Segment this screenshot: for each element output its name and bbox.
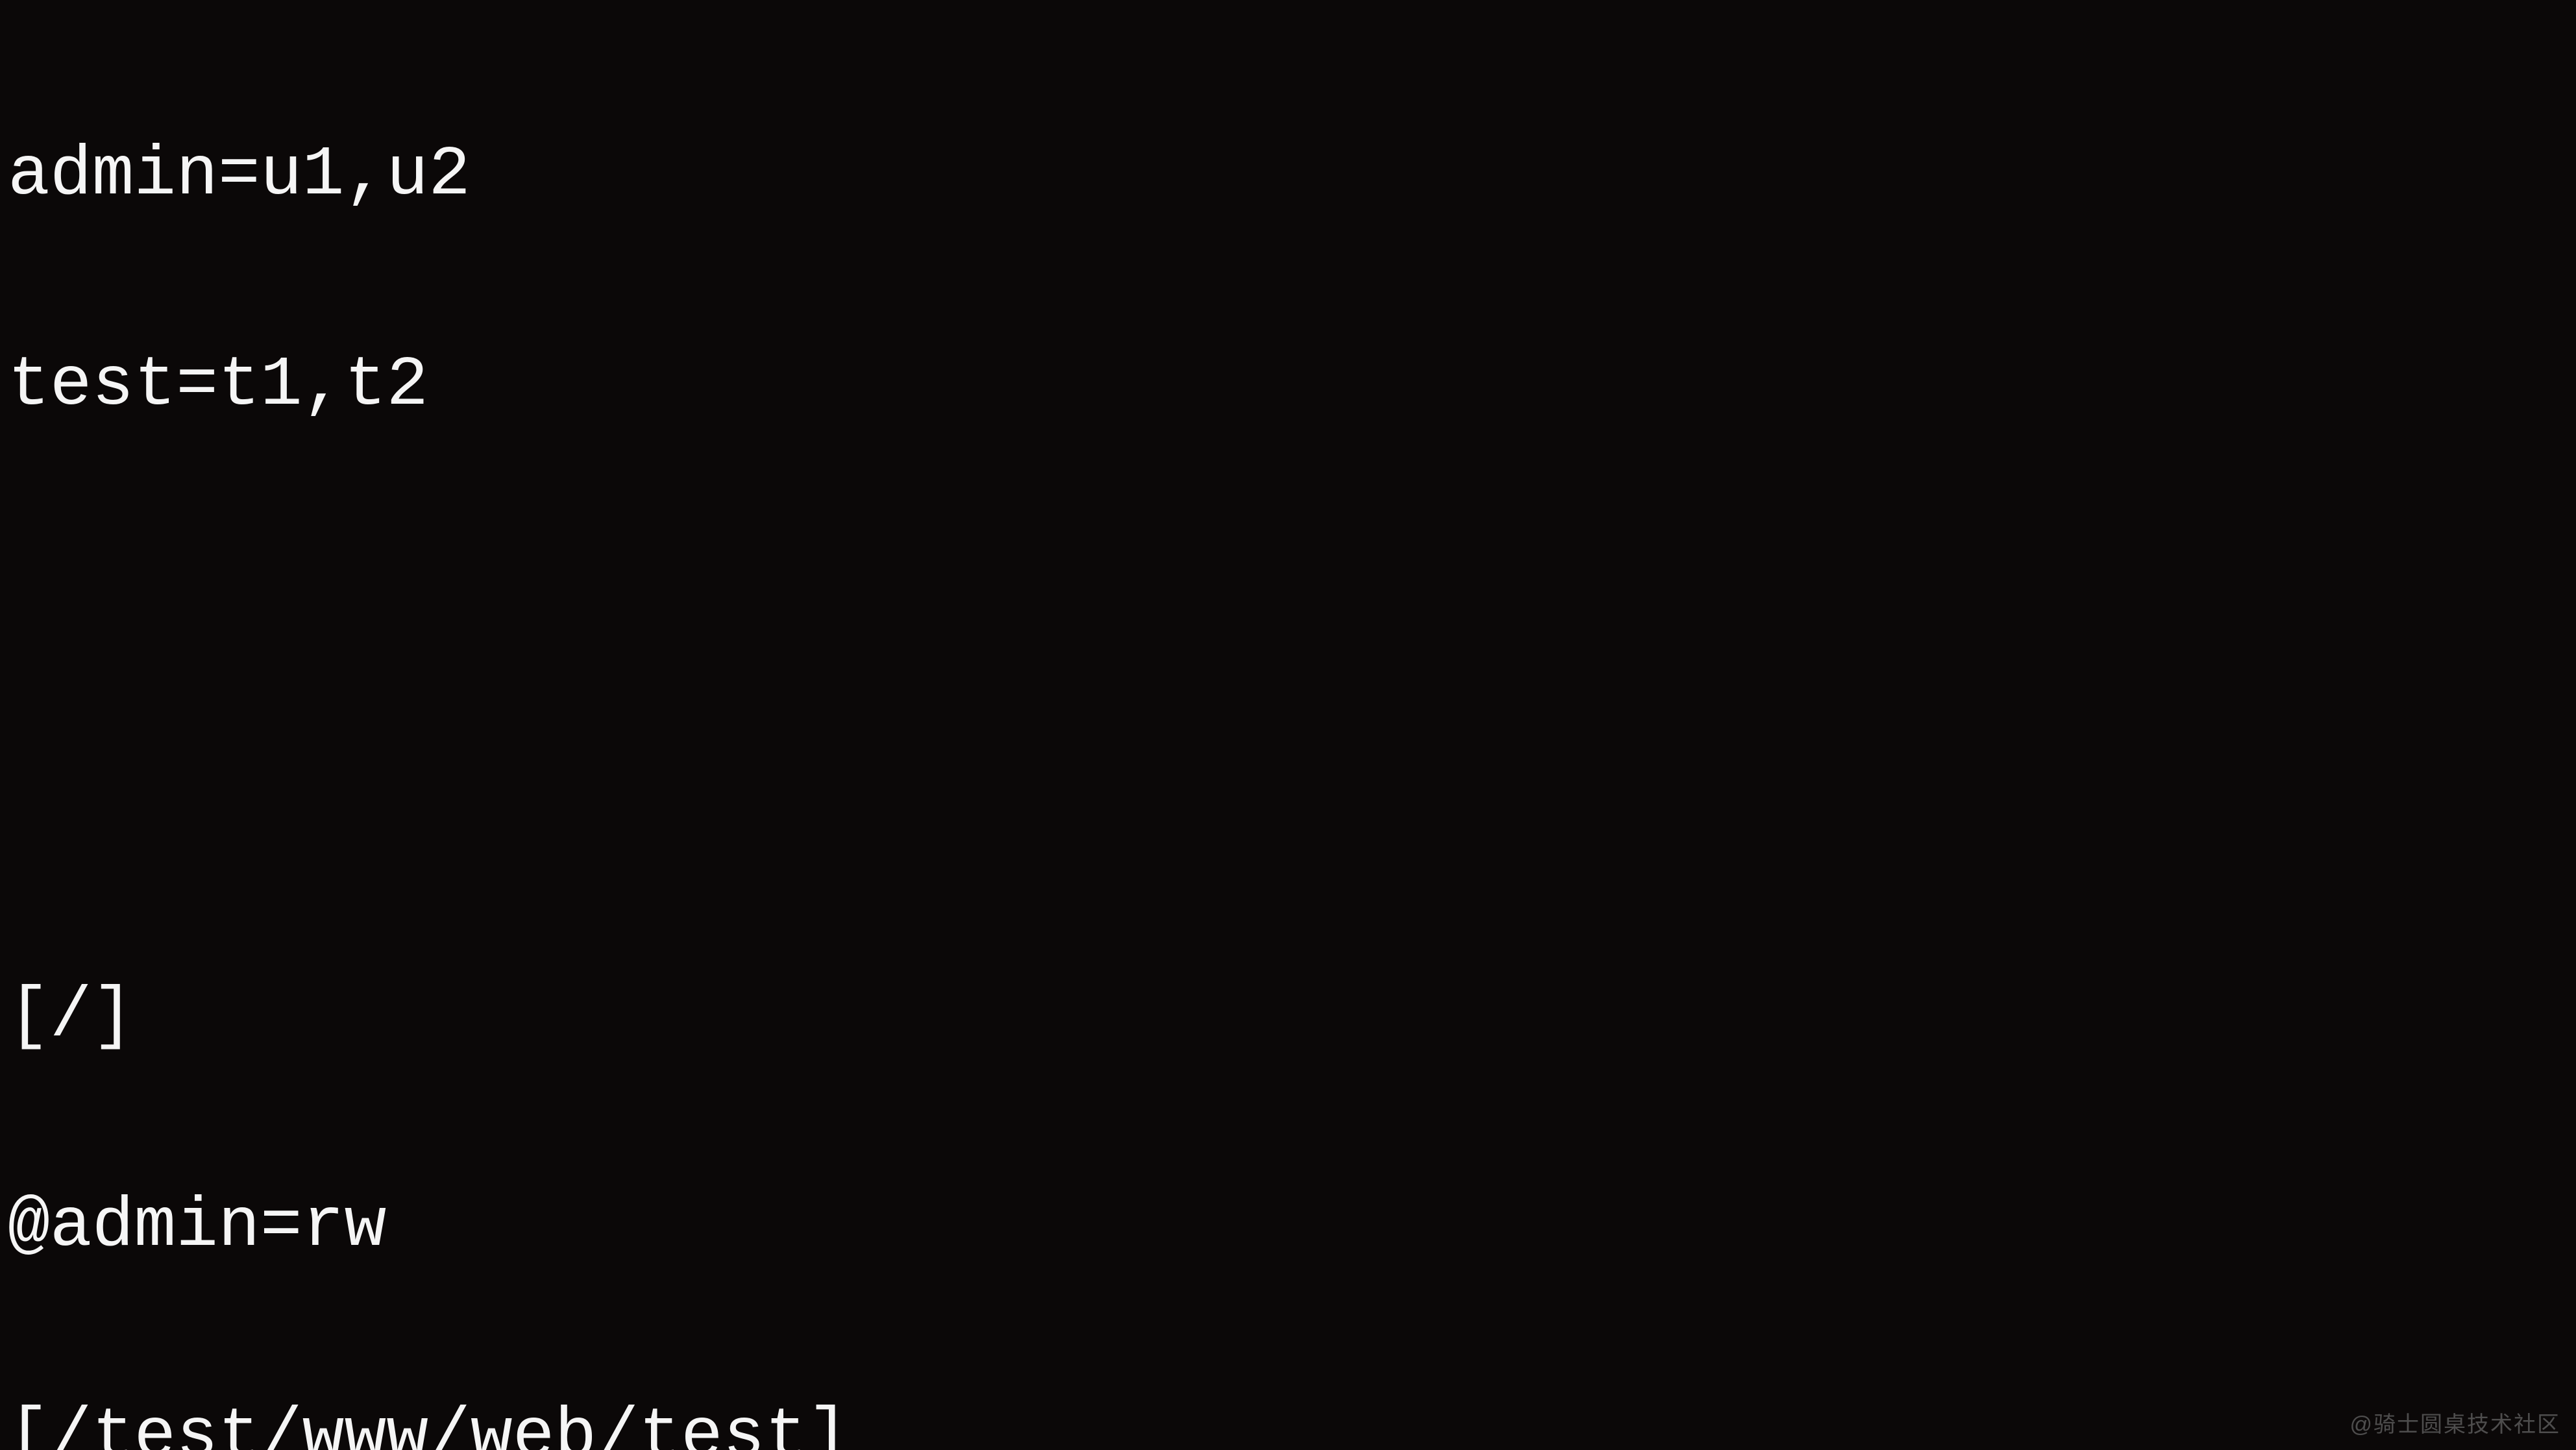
authz-rule-line: @admin=rw: [0, 1192, 2576, 1262]
watermark: @骑士圆桌技术社区: [2349, 1407, 2560, 1438]
authz-rule-line: [/]: [0, 981, 2576, 1051]
terminal[interactable]: admin=u1,u2 test=t1,t2 [/] @admin=rw [/t…: [0, 0, 2576, 1450]
blank-line: [0, 561, 2576, 631]
authz-group-line: admin=u1,u2: [0, 140, 2576, 210]
blank-line: [0, 771, 2576, 841]
authz-rule-line: [/test/www/web/test]: [0, 1402, 2576, 1450]
authz-group-line: test=t1,t2: [0, 350, 2576, 421]
